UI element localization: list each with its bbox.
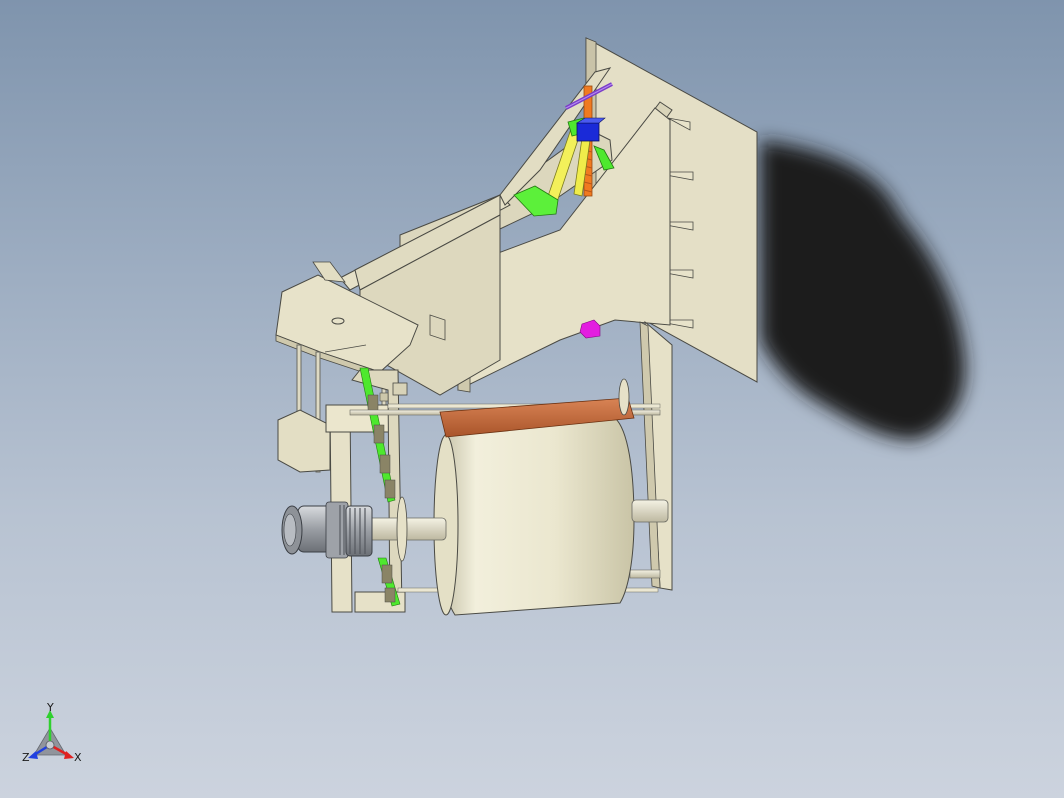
model-shadow [760, 140, 966, 440]
cad-viewport[interactable]: Y Z X [0, 0, 1064, 798]
roller-side-bracket[interactable] [639, 320, 673, 591]
gear-motor[interactable] [281, 501, 373, 559]
roller-drum[interactable] [433, 417, 635, 616]
assembly-model-canvas[interactable]: Y Z X [0, 0, 1064, 798]
z-axis-label: Z [22, 751, 30, 764]
orientation-triad[interactable]: Y Z X [22, 701, 82, 764]
y-axis-label: Y [46, 701, 54, 714]
x-axis-label: X [74, 751, 82, 764]
lower-platform-plate[interactable] [277, 409, 331, 473]
